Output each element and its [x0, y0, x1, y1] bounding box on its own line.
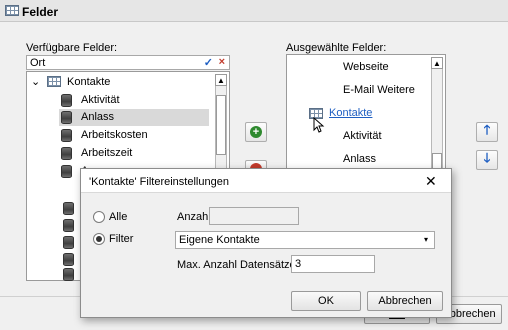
list-item[interactable]: E-Mail Weitere: [343, 84, 415, 96]
dropdown-caret-icon[interactable]: ▾: [424, 235, 428, 244]
database-icon: [63, 253, 74, 266]
list-item[interactable]: Arbeitskosten: [59, 127, 209, 144]
add-field-button[interactable]: +: [245, 122, 267, 142]
table-icon: [47, 76, 61, 87]
field-filter-value: Ort: [30, 56, 46, 69]
arrow-down-icon: 🡓: [483, 150, 491, 165]
selected-fields-heading: Ausgewählte Felder:: [286, 42, 387, 54]
database-icon: [61, 129, 72, 142]
list-item[interactable]: Anlass: [343, 153, 376, 165]
max-records-input[interactable]: 3: [291, 255, 375, 273]
max-records-label: Max. Anzahl Datensätze:: [177, 259, 299, 271]
arrow-up-icon: 🡑: [483, 122, 491, 137]
chevron-down-icon[interactable]: ⌄: [31, 75, 40, 88]
clear-x-icon[interactable]: ×: [219, 56, 225, 68]
dialog-title: 'Kontakte' Filtereinstellungen: [89, 176, 229, 188]
available-fields-heading: Verfügbare Felder:: [26, 42, 118, 54]
database-icon: [63, 219, 74, 232]
selected-fields-list: Webseite E-Mail Weitere Kontakte Aktivit…: [286, 54, 446, 174]
dialog-cancel-button[interactable]: Abbrechen: [367, 291, 443, 311]
scroll-up-icon[interactable]: ▲: [215, 74, 227, 86]
window-title: Felder: [22, 5, 59, 19]
database-icon: [63, 268, 74, 281]
move-down-button[interactable]: 🡓: [476, 150, 498, 170]
field-filter-input[interactable]: Ort ✓ ×: [26, 55, 230, 70]
radio-filter-label: Filter: [109, 233, 134, 245]
dialog-titlebar: 'Kontakte' Filtereinstellungen ✕: [81, 169, 451, 193]
database-icon: [61, 165, 72, 178]
list-item[interactable]: Webseite: [343, 61, 389, 73]
scroll-up-icon[interactable]: ▲: [431, 57, 443, 69]
radio-filter[interactable]: [93, 233, 105, 245]
database-icon: [63, 202, 74, 215]
mouse-cursor-icon: [313, 116, 327, 133]
list-item-group-link[interactable]: Kontakte: [329, 107, 372, 119]
database-icon: [63, 236, 74, 249]
radio-all[interactable]: [93, 211, 105, 223]
anzahl-input[interactable]: [209, 207, 299, 225]
anzahl-label: Anzahl: [177, 211, 211, 223]
filter-settings-dialog: 'Kontakte' Filtereinstellungen ✕ Alle Fi…: [80, 168, 452, 318]
database-icon: [61, 94, 72, 107]
confirm-check-icon[interactable]: ✓: [204, 56, 213, 69]
scroll-thumb[interactable]: [216, 95, 226, 155]
table-icon: [5, 5, 19, 16]
close-icon[interactable]: ✕: [425, 173, 437, 190]
right-scrollbar[interactable]: ▲: [431, 57, 443, 173]
list-item[interactable]: Aktivität: [343, 130, 382, 142]
database-icon: [61, 111, 72, 124]
dialog-ok-button[interactable]: OK: [291, 291, 361, 311]
tree-group-kontakte[interactable]: ⌄ Kontakte: [31, 74, 211, 90]
database-icon: [61, 147, 72, 160]
list-item[interactable]: Aktivität: [59, 92, 209, 109]
radio-all-label: Alle: [109, 211, 128, 223]
add-icon: +: [250, 126, 262, 138]
list-item-selected[interactable]: Anlass: [59, 109, 209, 126]
filter-select[interactable]: Eigene Kontakte ▾: [175, 231, 435, 249]
move-up-button[interactable]: 🡑: [476, 122, 498, 142]
filter-select-value: Eigene Kontakte: [179, 234, 260, 246]
list-item[interactable]: Arbeitszeit: [59, 145, 209, 162]
tree-group-label: Kontakte: [67, 76, 111, 88]
window-titlebar: Felder: [0, 0, 508, 22]
